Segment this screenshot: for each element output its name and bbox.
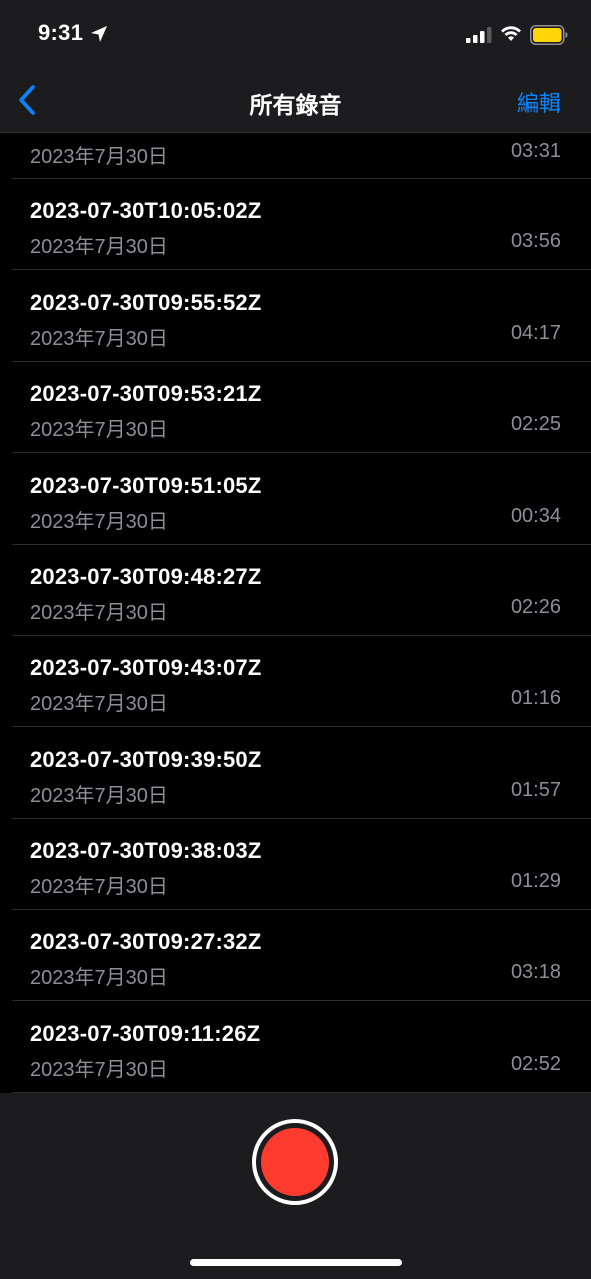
recording-duration: 02:52: [510, 1053, 561, 1075]
list-item[interactable]: 2023-07-30T09:39:50Z 2023年7月30日 01:57: [12, 727, 591, 819]
recording-duration: 03:31: [510, 140, 561, 162]
recording-duration: 01:29: [510, 870, 561, 892]
recording-title: 2023-07-30T09:43:07Z: [30, 655, 262, 680]
list-item[interactable]: 2023-07-30T09:55:52Z 2023年7月30日 04:17: [12, 270, 591, 362]
list-item[interactable]: 2023-07-30T09:51:05Z 2023年7月30日 00:34: [12, 453, 591, 545]
recording-date: 2023年7月30日: [30, 511, 168, 533]
battery-icon: [530, 25, 568, 45]
list-item[interactable]: 2023-07-30T10:05:02Z 2023年7月30日 03:56: [12, 178, 591, 270]
recording-date: 2023年7月30日: [30, 785, 168, 807]
navigation-bar: 所有錄音 編輯: [0, 70, 591, 133]
recording-duration: 00:34: [510, 505, 561, 527]
list-item[interactable]: 2023-07-30T09:53:21Z 2023年7月30日 02:25: [12, 361, 591, 453]
location-arrow-icon: [91, 26, 107, 42]
record-icon: [261, 1128, 329, 1196]
recording-date: 2023年7月30日: [30, 146, 168, 168]
list-item[interactable]: 2023-07-30T09:38:03Z 2023年7月30日 01:29: [12, 818, 591, 910]
recording-date: 2023年7月30日: [30, 1059, 168, 1081]
recording-title: 2023-07-30T09:53:21Z: [30, 381, 262, 406]
list-item[interactable]: 2023-07-30T09:11:26Z 2023年7月30日 02:52: [12, 1001, 591, 1093]
list-item[interactable]: 2023年7月30日 03:31: [12, 133, 591, 179]
recording-duration: 03:18: [510, 961, 561, 983]
recording-title: 2023-07-30T09:38:03Z: [30, 838, 262, 863]
edit-button[interactable]: 編輯: [517, 86, 561, 118]
recording-duration: 01:57: [510, 779, 561, 801]
recording-title: 2023-07-30T10:05:02Z: [30, 198, 262, 223]
recording-duration: 02:26: [510, 596, 561, 618]
recording-date: 2023年7月30日: [30, 693, 168, 715]
recording-title: 2023-07-30T09:27:32Z: [30, 929, 262, 954]
recording-title: 2023-07-30T09:55:52Z: [30, 290, 262, 315]
recording-date: 2023年7月30日: [30, 328, 168, 350]
recording-date: 2023年7月30日: [30, 419, 168, 441]
recording-duration: 04:17: [510, 322, 561, 344]
list-item[interactable]: 2023-07-30T09:48:27Z 2023年7月30日 02:26: [12, 544, 591, 636]
status-time: 9:31: [38, 20, 84, 45]
wifi-icon: [501, 26, 521, 41]
recording-date: 2023年7月30日: [30, 236, 168, 258]
recording-duration: 02:25: [510, 413, 561, 435]
status-bar: 9:31: [0, 0, 591, 70]
recording-title: 2023-07-30T09:48:27Z: [30, 564, 262, 589]
cellular-signal-icon: [466, 27, 492, 43]
recording-date: 2023年7月30日: [30, 876, 168, 898]
recording-duration: 01:16: [510, 687, 561, 709]
recording-duration: 03:56: [510, 230, 561, 252]
recording-title: 2023-07-30T09:39:50Z: [30, 747, 262, 772]
record-button[interactable]: [252, 1119, 338, 1205]
list-item[interactable]: 2023-07-30T09:27:32Z 2023年7月30日 03:18: [12, 909, 591, 1001]
list-item[interactable]: 2023-07-30T09:43:07Z 2023年7月30日 01:16: [12, 635, 591, 727]
recording-date: 2023年7月30日: [30, 602, 168, 624]
page-title: 所有錄音: [249, 92, 342, 118]
recording-date: 2023年7月30日: [30, 967, 168, 989]
record-toolbar: [0, 1093, 591, 1279]
recording-title: 2023-07-30T09:11:26Z: [30, 1021, 261, 1046]
home-indicator[interactable]: [190, 1259, 402, 1266]
recording-title: 2023-07-30T09:51:05Z: [30, 473, 262, 498]
recordings-list[interactable]: 2023年7月30日 03:31 2023-07-30T10:05:02Z 20…: [0, 133, 591, 1093]
